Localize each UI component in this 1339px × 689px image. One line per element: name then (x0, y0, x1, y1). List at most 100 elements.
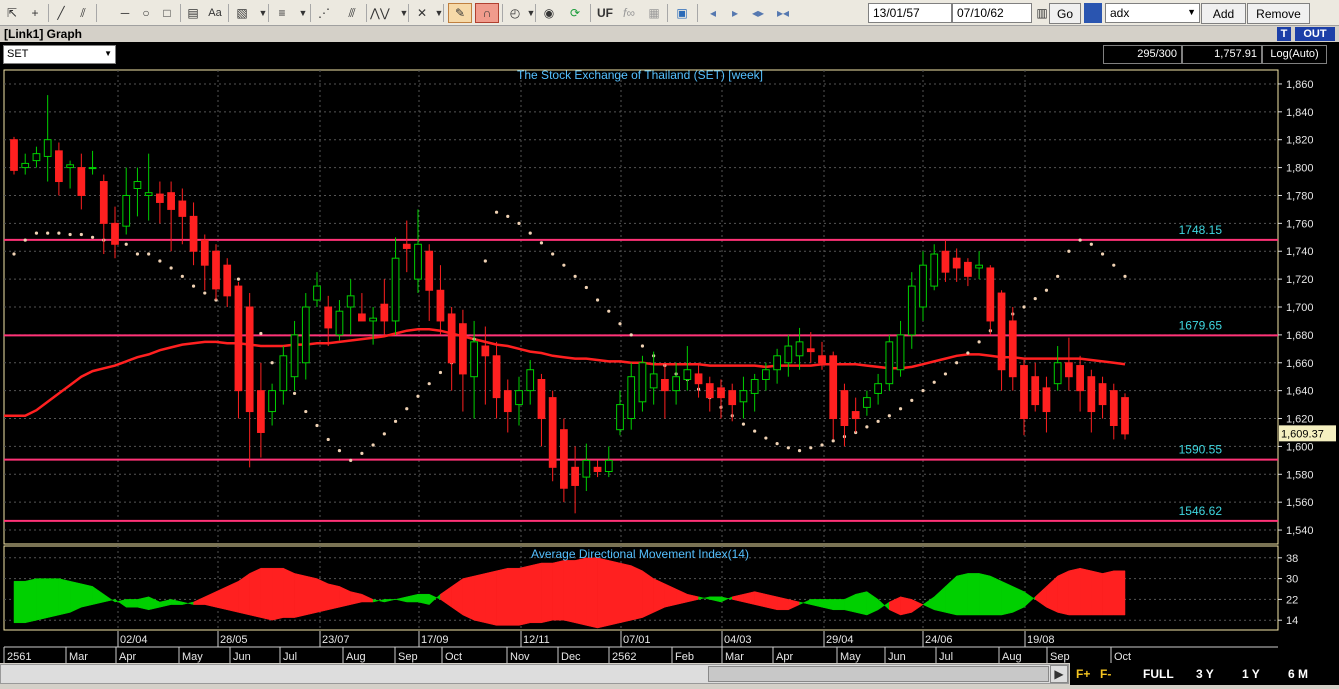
compress-icon[interactable]: ▸◂ (774, 3, 792, 23)
sar-dot (820, 443, 824, 447)
chevron-down-icon[interactable]: ▼ (430, 3, 448, 23)
scroll-right-arrow-icon[interactable]: ▶ (1050, 665, 1068, 683)
scrollbar-thumb[interactable] (708, 666, 1049, 682)
scroll-left-icon[interactable]: ◂ (704, 3, 722, 23)
text-tool-icon[interactable]: Aa (206, 3, 224, 23)
circle-icon[interactable]: ○ (137, 3, 155, 23)
candle-body (1087, 376, 1096, 413)
candle-body (346, 295, 355, 308)
delete-icon[interactable]: ✕ (413, 3, 431, 23)
grid-icon[interactable]: ▦ (645, 3, 663, 23)
candle-body (784, 345, 793, 364)
chevron-down-icon[interactable]: ▼ (522, 3, 540, 23)
notepad-icon[interactable]: ▤ (184, 3, 202, 23)
remove-button[interactable]: Remove (1247, 3, 1310, 24)
candle-body (1109, 390, 1118, 427)
candle-body (313, 285, 321, 301)
chevron-down-icon: ▼ (1187, 7, 1196, 17)
horizontal-line-icon[interactable]: ─ (116, 3, 134, 23)
adx-fill-segment (978, 573, 991, 616)
adx-fill-segment (619, 562, 632, 624)
palette-icon[interactable]: ◉ (540, 3, 558, 23)
refresh-icon[interactable]: ⟳ (566, 3, 584, 23)
scroll-right-icon[interactable]: ▸ (726, 3, 744, 23)
range-3y-button[interactable]: 3 Y (1196, 667, 1214, 681)
sar-dot (921, 389, 925, 393)
range-full-button[interactable]: FULL (1143, 667, 1174, 681)
end-date-field[interactable]: 07/10/62 (952, 3, 1032, 23)
candle-body (683, 369, 692, 380)
expand-icon[interactable]: ◂▸ (749, 3, 767, 23)
gann-fan-icon[interactable]: ⋰ (315, 3, 333, 23)
elliott-wave-icon[interactable]: ⋀⋁ (370, 3, 390, 23)
range-1y-button[interactable]: 1 Y (1242, 667, 1260, 681)
candle-body (930, 253, 939, 287)
parallel-lines-icon[interactable]: ⫽ (74, 3, 92, 23)
scale-mode[interactable]: Log(Auto) (1262, 45, 1327, 64)
sar-dot (1078, 238, 1082, 242)
crosshair-icon[interactable]: + (26, 3, 44, 23)
candle-body (806, 348, 815, 353)
indicator-dropdown[interactable]: adx ▼ (1105, 3, 1200, 23)
adx-fill-segment (507, 567, 520, 626)
adx-fill-segment (69, 580, 82, 613)
out-button[interactable]: OUT (1295, 27, 1335, 41)
sar-dot (966, 351, 970, 355)
candle-body (156, 193, 164, 203)
toolbar-separator (443, 4, 444, 22)
go-button[interactable]: Go (1049, 3, 1081, 24)
chevron-down-icon[interactable]: ▼ (254, 3, 272, 23)
sar-dot (180, 274, 184, 278)
chart-background (0, 66, 1339, 666)
sar-dot (517, 221, 521, 225)
uf-button[interactable]: UF (596, 3, 614, 23)
y-tick-label: 1,720 (1286, 274, 1314, 286)
rectangle-icon[interactable]: □ (158, 3, 176, 23)
sar-dot (943, 372, 948, 376)
symbol-dropdown[interactable]: SET ▼ (3, 45, 116, 64)
x-bottom-label: Oct (1114, 651, 1131, 663)
add-button[interactable]: Add (1201, 3, 1246, 24)
zoom-out-button[interactable]: F- (1100, 667, 1111, 681)
sar-dot (79, 232, 83, 237)
candle-body (144, 192, 153, 196)
sar-dot (876, 419, 880, 423)
candle-body (1053, 362, 1062, 385)
line-weight-icon[interactable]: ≡ (273, 3, 291, 23)
fibonacci-fan-icon[interactable]: ▧ (233, 3, 251, 23)
candle-body (1031, 376, 1040, 406)
adx-fill-segment (754, 591, 767, 608)
sar-dot (382, 432, 386, 436)
zoom-in-button[interactable]: F+ (1076, 667, 1090, 681)
x-top-label: 29/04 (826, 634, 854, 646)
window-title-bar: [Link1] Graph T OUT (0, 26, 1339, 42)
sar-dot (483, 259, 487, 263)
chart-area[interactable]: 1748.15 1679.65 1590.55 1546.62 1,540 1,560 1… (0, 66, 1339, 666)
pointer-icon[interactable]: ⇱ (3, 3, 21, 23)
x-bottom-label: Jul (939, 651, 953, 663)
x-bottom-label: 2561 (7, 651, 31, 663)
sar-dot (326, 437, 330, 442)
range-bar: F+ F- FULL 3 Y 1 Y 6 M (1070, 663, 1339, 685)
adx-fill-segment (305, 575, 318, 616)
candle-body (402, 243, 411, 249)
start-date-field[interactable]: 13/01/57 (868, 3, 952, 23)
sar-dot (1044, 288, 1049, 292)
image-icon[interactable]: ▣ (673, 3, 691, 23)
t-button[interactable]: T (1277, 27, 1291, 41)
sar-dot (259, 331, 263, 336)
chevron-down-icon[interactable]: ▼ (395, 3, 413, 23)
magnet-icon[interactable]: ∩ (475, 3, 499, 23)
trendline-icon[interactable]: ╱ (52, 3, 70, 23)
formula-icon[interactable]: f∞ (620, 3, 638, 23)
x-bottom-label: Aug (346, 651, 366, 663)
sar-dot (494, 210, 499, 214)
horizontal-scrollbar[interactable] (0, 664, 1069, 684)
pencil-icon[interactable]: ✎ (448, 3, 472, 23)
speed-lines-icon[interactable]: ⫻ (343, 3, 361, 23)
range-6m-button[interactable]: 6 M (1288, 667, 1308, 681)
sar-dot (416, 394, 420, 398)
sar-dot (1112, 263, 1116, 267)
y-tick-label: 1,560 (1286, 497, 1314, 509)
adx-fill-segment (1079, 567, 1092, 616)
